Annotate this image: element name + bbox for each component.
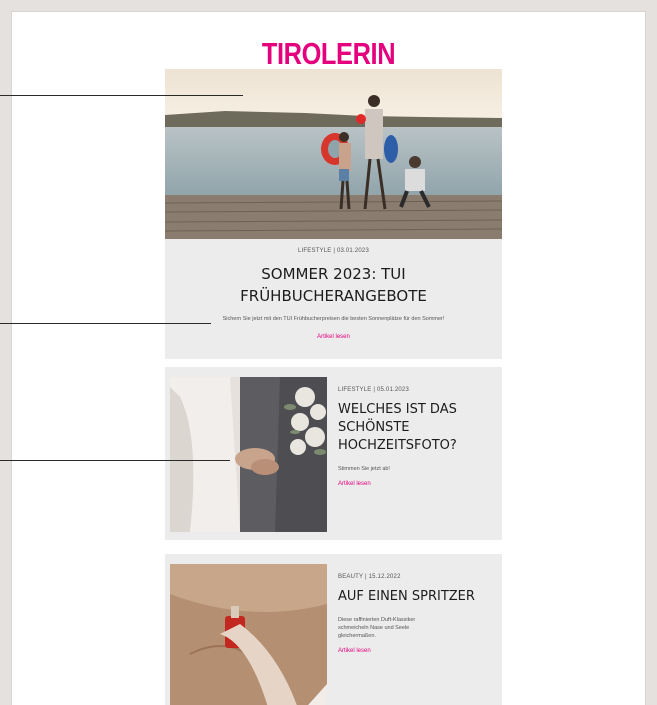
article-title-line[interactable]: WELCHES IST DAS [338,401,496,419]
article-read-more-link[interactable]: Artikel lesen [338,481,496,487]
hero-article-card[interactable]: LIFESTYLE | 03.01.2023 SOMMER 2023: TUI … [165,69,502,359]
article-title[interactable]: WELCHES IST DAS SCHÖNSTE HOCHZEITSFOTO? [338,401,496,455]
article-title[interactable]: AUF EINEN SPRITZER [338,588,496,606]
hero-title-line[interactable]: FRÜHBUCHERANGEBOTE [165,285,502,307]
hero-read-more-link[interactable]: Artikel lesen [165,334,502,340]
article-teaser: Diese raffinierten Duft-Klassiker schmei… [338,616,496,640]
article-title-line[interactable]: AUF EINEN SPRITZER [338,588,496,606]
article-meta: LIFESTYLE | 05.01.2023 [338,387,410,393]
article-teaser-line: schmeicheln Nase und Seele [338,625,410,631]
hero-title-line[interactable]: SOMMER 2023: TUI [165,263,502,285]
brand-logo[interactable]: TIROLERIN [69,36,588,72]
article-read-more-link[interactable]: Artikel lesen [338,648,496,654]
callout-line [0,95,243,96]
article-text: BEAUTY | 15.12.2022 AUF EINEN SPRITZER D… [338,574,496,654]
hero-meta: LIFESTYLE | 03.01.2023 [297,248,369,254]
article-title-line[interactable]: SCHÖNSTE [338,419,496,437]
wedding-photo-image[interactable] [170,377,327,532]
callout-line [0,460,230,461]
perfume-image[interactable] [170,564,327,705]
article-title-line[interactable]: HOCHZEITSFOTO? [338,437,496,455]
email-newsletter: TIROLERIN LIFESTYLE | 03.01.2023 SOMMER … [12,12,645,705]
hero-title[interactable]: SOMMER 2023: TUI FRÜHBUCHERANGEBOTE [165,263,502,307]
article-meta: BEAUTY | 15.12.2022 [338,574,401,580]
article-teaser: Stimmen Sie jetzt ab! [338,466,390,472]
hero-teaser: Sichern Sie jetzt mit den TUI Frühbucher… [222,316,445,322]
article-card[interactable]: BEAUTY | 15.12.2022 AUF EINEN SPRITZER D… [165,554,502,705]
article-card[interactable]: LIFESTYLE | 05.01.2023 WELCHES IST DAS S… [165,367,502,540]
callout-line [0,323,211,324]
article-teaser-line: gleichermaßen. [338,633,376,639]
article-text: LIFESTYLE | 05.01.2023 WELCHES IST DAS S… [338,387,496,487]
article-teaser-line: Diese raffinierten Duft-Klassiker [338,617,416,623]
